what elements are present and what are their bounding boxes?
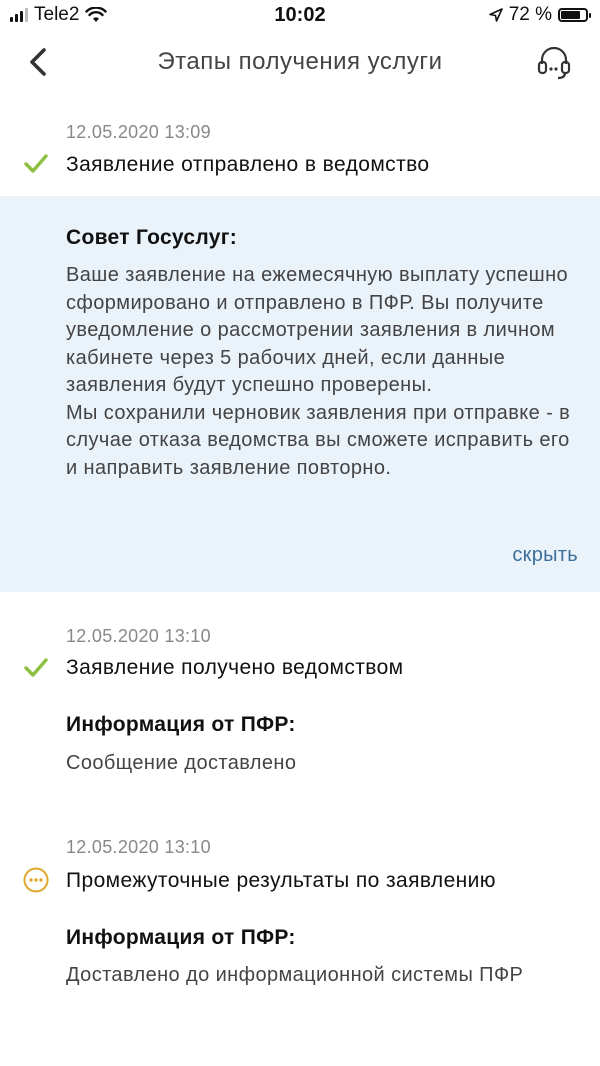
info-value: Сообщение доставлено (66, 752, 297, 774)
page-title: Этапы получения услуги (157, 48, 443, 75)
step-title: Заявление получено ведомством (66, 656, 404, 679)
advice-text: Ваше заявление на ежемесячную выплату ус… (66, 264, 571, 479)
location-arrow-icon (488, 8, 503, 22)
status-bar-right: 72 % (488, 4, 591, 26)
step-date: 12.05.2020 13:10 (66, 837, 211, 857)
step-title: Промежуточные результаты по заявлению (66, 869, 496, 892)
info-value: Доставлено до информационной системы ПФР (66, 964, 524, 986)
step-date: 12.05.2020 13:10 (66, 626, 211, 646)
info-label: Информация от ПФР: (66, 713, 296, 736)
battery-icon (558, 8, 591, 22)
headset-icon[interactable] (534, 42, 574, 82)
info-label: Информация от ПФР: (66, 926, 296, 949)
status-bar: Tele2 10:02 72 % (0, 0, 600, 32)
more-dots-icon (23, 867, 49, 893)
advice-panel: Совет Госуслуг: Ваше заявление на ежемес… (0, 196, 600, 592)
step-date: 12.05.2020 13:09 (66, 122, 211, 142)
step-title: Заявление отправлено в ведомство (66, 153, 430, 176)
check-icon (24, 154, 48, 173)
nav-bar: Этапы получения услуги (0, 32, 600, 92)
advice-title: Совет Госуслуг: (66, 226, 238, 249)
hide-advice-link[interactable]: скрыть (512, 544, 578, 567)
battery-percent: 72 % (508, 4, 552, 25)
check-icon (24, 658, 48, 677)
